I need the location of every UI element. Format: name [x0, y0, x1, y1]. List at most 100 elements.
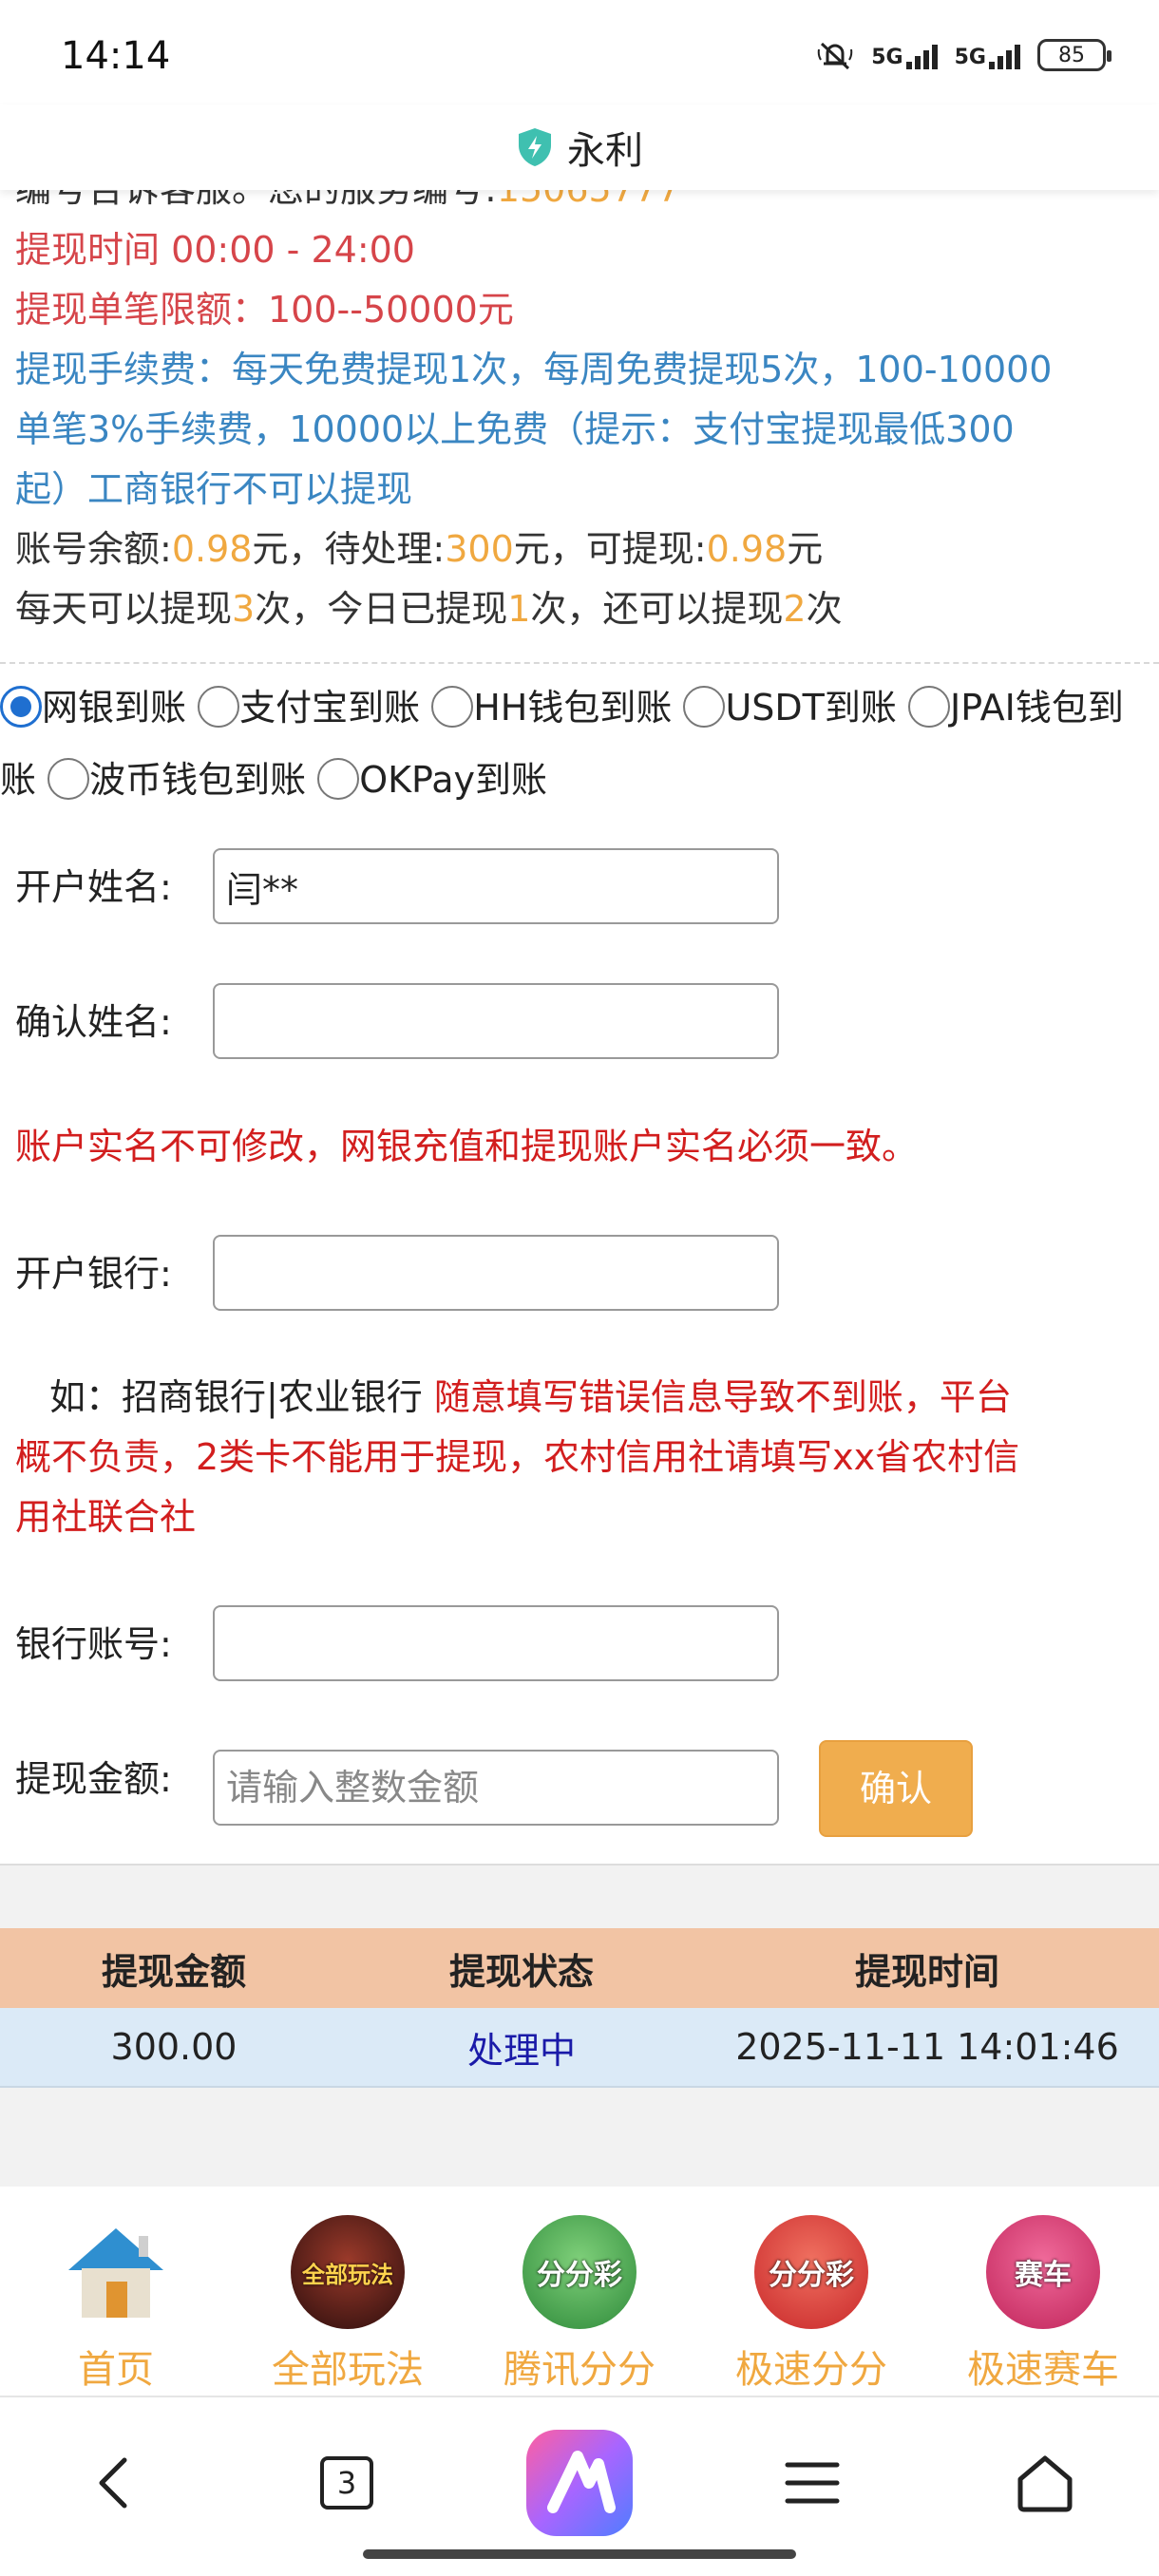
gesture-bar[interactable] — [363, 2549, 796, 2559]
menu-button[interactable] — [755, 2426, 869, 2540]
method-option-bobi[interactable]: 波币钱包到账 — [48, 758, 306, 801]
nav-label: 腾讯分分 — [504, 2348, 656, 2392]
bank-example: 如：招商银行|农业银行 — [49, 1376, 423, 1418]
table-header: 提现金额 提现状态 提现时间 — [0, 1928, 1159, 2008]
account-number-label: 银行账号: — [15, 1623, 172, 1665]
row-amount: 300.00 — [110, 2026, 238, 2068]
icon-caption: 分分彩 — [537, 2259, 622, 2292]
icon-caption: 全部玩法 — [302, 2261, 393, 2288]
signal-bars-icon — [989, 41, 1020, 69]
bank-label: 开户银行: — [15, 1253, 172, 1295]
balance-line: 账号余额:0.98元，待处理:300元，可提现:0.98元 — [15, 520, 1144, 579]
confirm-name-input[interactable] — [213, 983, 779, 1059]
row-status: 处理中 — [466, 2029, 576, 2072]
home-icon — [68, 2228, 163, 2318]
account-number-input[interactable] — [213, 1605, 779, 1681]
tabs-icon: 3 — [320, 2456, 373, 2510]
speed-racing-icon: 赛车 — [986, 2215, 1100, 2329]
method-option-okpay[interactable]: OKPay到账 — [317, 758, 548, 801]
radio-icon[interactable] — [431, 686, 474, 728]
gray-spacer-bottom — [0, 2088, 1159, 2187]
account-name-label: 开户姓名: — [15, 866, 172, 908]
pending-value: 300 — [445, 528, 514, 570]
fee-line-2: 单笔3%手续费，10000以上免费（提示：支付宝提现最低300 — [15, 408, 1015, 450]
status-icons: 5G 5G 85 — [816, 36, 1112, 74]
method-label: OKPay到账 — [359, 759, 548, 801]
radio-icon[interactable] — [907, 686, 950, 728]
network-type-1: 5G — [871, 46, 903, 69]
table-row: 300.00 处理中 2025-11-11 14:01:46 — [0, 2008, 1159, 2088]
confirm-button[interactable]: 确认 — [819, 1740, 973, 1837]
method-option-bank[interactable]: 网银到账 — [0, 686, 187, 729]
fee-line-3: 起）工商银行不可以提现 — [15, 468, 413, 510]
balance-label: 账号余额: — [15, 528, 172, 570]
nav-label: 全部玩法 — [272, 2348, 424, 2392]
radio-checked-icon[interactable] — [0, 686, 42, 728]
daily-mid: 次，今日已提现 — [255, 588, 508, 630]
pending-label: 元，待处理: — [252, 528, 446, 570]
back-arrow-icon — [99, 2457, 127, 2509]
header-time: 提现时间 — [854, 1950, 999, 1993]
status-bar: 14:14 5G 5G 85 — [0, 0, 1159, 104]
battery-level: 85 — [1058, 43, 1085, 67]
status-time: 14:14 — [61, 34, 171, 78]
withdraw-content: 编号告诉客服。您的服务编号:15065777 提现时间 00:00 - 24:0… — [0, 190, 1159, 816]
nav-speed-racing[interactable]: 赛车 极速赛车 — [927, 2187, 1159, 2396]
method-option-alipay[interactable]: 支付宝到账 — [198, 686, 421, 729]
menu-icon — [785, 2462, 840, 2504]
method-option-usdt[interactable]: USDT到账 — [683, 686, 897, 729]
nav-home[interactable]: 首页 — [0, 2187, 232, 2396]
service-hint: 编号告诉客服。您的服务编号: — [15, 190, 497, 210]
daily-count-line: 每天可以提现3次，今日已提现1次，还可以提现2次 — [15, 579, 1144, 639]
withdraw-info: 提现时间 00:00 - 24:00 提现单笔限额：100--50000元 提现… — [0, 220, 1159, 639]
radio-icon[interactable] — [683, 686, 726, 728]
home-outline-icon — [1017, 2455, 1073, 2512]
bank-warning-3: 用社联合社 — [15, 1496, 197, 1538]
bank-warning-1: 随意填写错误信息导致不到账，平台 — [433, 1376, 1012, 1418]
nav-tencent-ffc[interactable]: 分分彩 腾讯分分 — [464, 2187, 695, 2396]
method-label: 网银到账 — [42, 687, 187, 729]
radio-icon[interactable] — [317, 758, 360, 800]
browser-logo-icon — [526, 2430, 633, 2536]
nav-label: 极速分分 — [735, 2348, 887, 2392]
daily-left: 2 — [783, 588, 807, 630]
nav-speed-ffc[interactable]: 分分彩 极速分分 — [695, 2187, 927, 2396]
withdraw-records-table: 提现金额 提现状态 提现时间 300.00 处理中 2025-11-11 14:… — [0, 1928, 1159, 2088]
daily-suffix: 次 — [806, 588, 843, 630]
radio-icon[interactable] — [198, 686, 240, 728]
home-button[interactable] — [988, 2426, 1102, 2540]
daily-total: 3 — [232, 588, 256, 630]
method-option-hh-wallet[interactable]: HH钱包到账 — [431, 686, 673, 729]
nav-all-games[interactable]: 全部玩法 全部玩法 — [232, 2187, 464, 2396]
name-notice: 账户实名不可修改，网银充值和提现账户实名必须一致。 — [15, 1126, 919, 1167]
tabs-button[interactable]: 3 — [290, 2426, 404, 2540]
shield-icon — [519, 128, 551, 166]
amount-input[interactable] — [213, 1750, 779, 1826]
yuan-unit: 元 — [787, 528, 824, 570]
radio-icon[interactable] — [48, 758, 90, 800]
page-title: 永利 — [567, 129, 643, 173]
method-label: 支付宝到账 — [239, 687, 421, 729]
row-time: 2025-11-11 14:01:46 — [735, 2026, 1119, 2068]
bank-input[interactable] — [213, 1235, 779, 1311]
withdraw-time: 提现时间 00:00 - 24:00 — [15, 229, 415, 271]
amount-label: 提现金额: — [15, 1758, 172, 1800]
icon-caption: 分分彩 — [769, 2259, 854, 2292]
browser-ai-button[interactable] — [522, 2426, 636, 2540]
account-name-input[interactable] — [213, 848, 779, 924]
back-button[interactable] — [57, 2426, 171, 2540]
header-amount: 提现金额 — [101, 1950, 246, 1993]
gray-spacer — [0, 1864, 1159, 1930]
tencent-ffc-icon: 分分彩 — [522, 2215, 636, 2329]
header-status: 提现状态 — [448, 1950, 594, 1993]
confirm-name-label: 确认姓名: — [15, 1001, 172, 1043]
tab-count: 3 — [336, 2465, 357, 2501]
signal-bars-icon — [905, 41, 938, 69]
balance-value: 0.98 — [171, 528, 253, 570]
daily-mid2: 次，还可以提现 — [530, 588, 784, 630]
service-number: 15065777 — [497, 190, 680, 210]
network-type-2: 5G — [954, 46, 986, 69]
method-label: HH钱包到账 — [473, 687, 673, 729]
muted-bell-icon — [818, 42, 853, 70]
bank-notice: 如：招商银行|农业银行 随意填写错误信息导致不到账，平台 概不负责，2类卡不能用… — [15, 1368, 1146, 1547]
